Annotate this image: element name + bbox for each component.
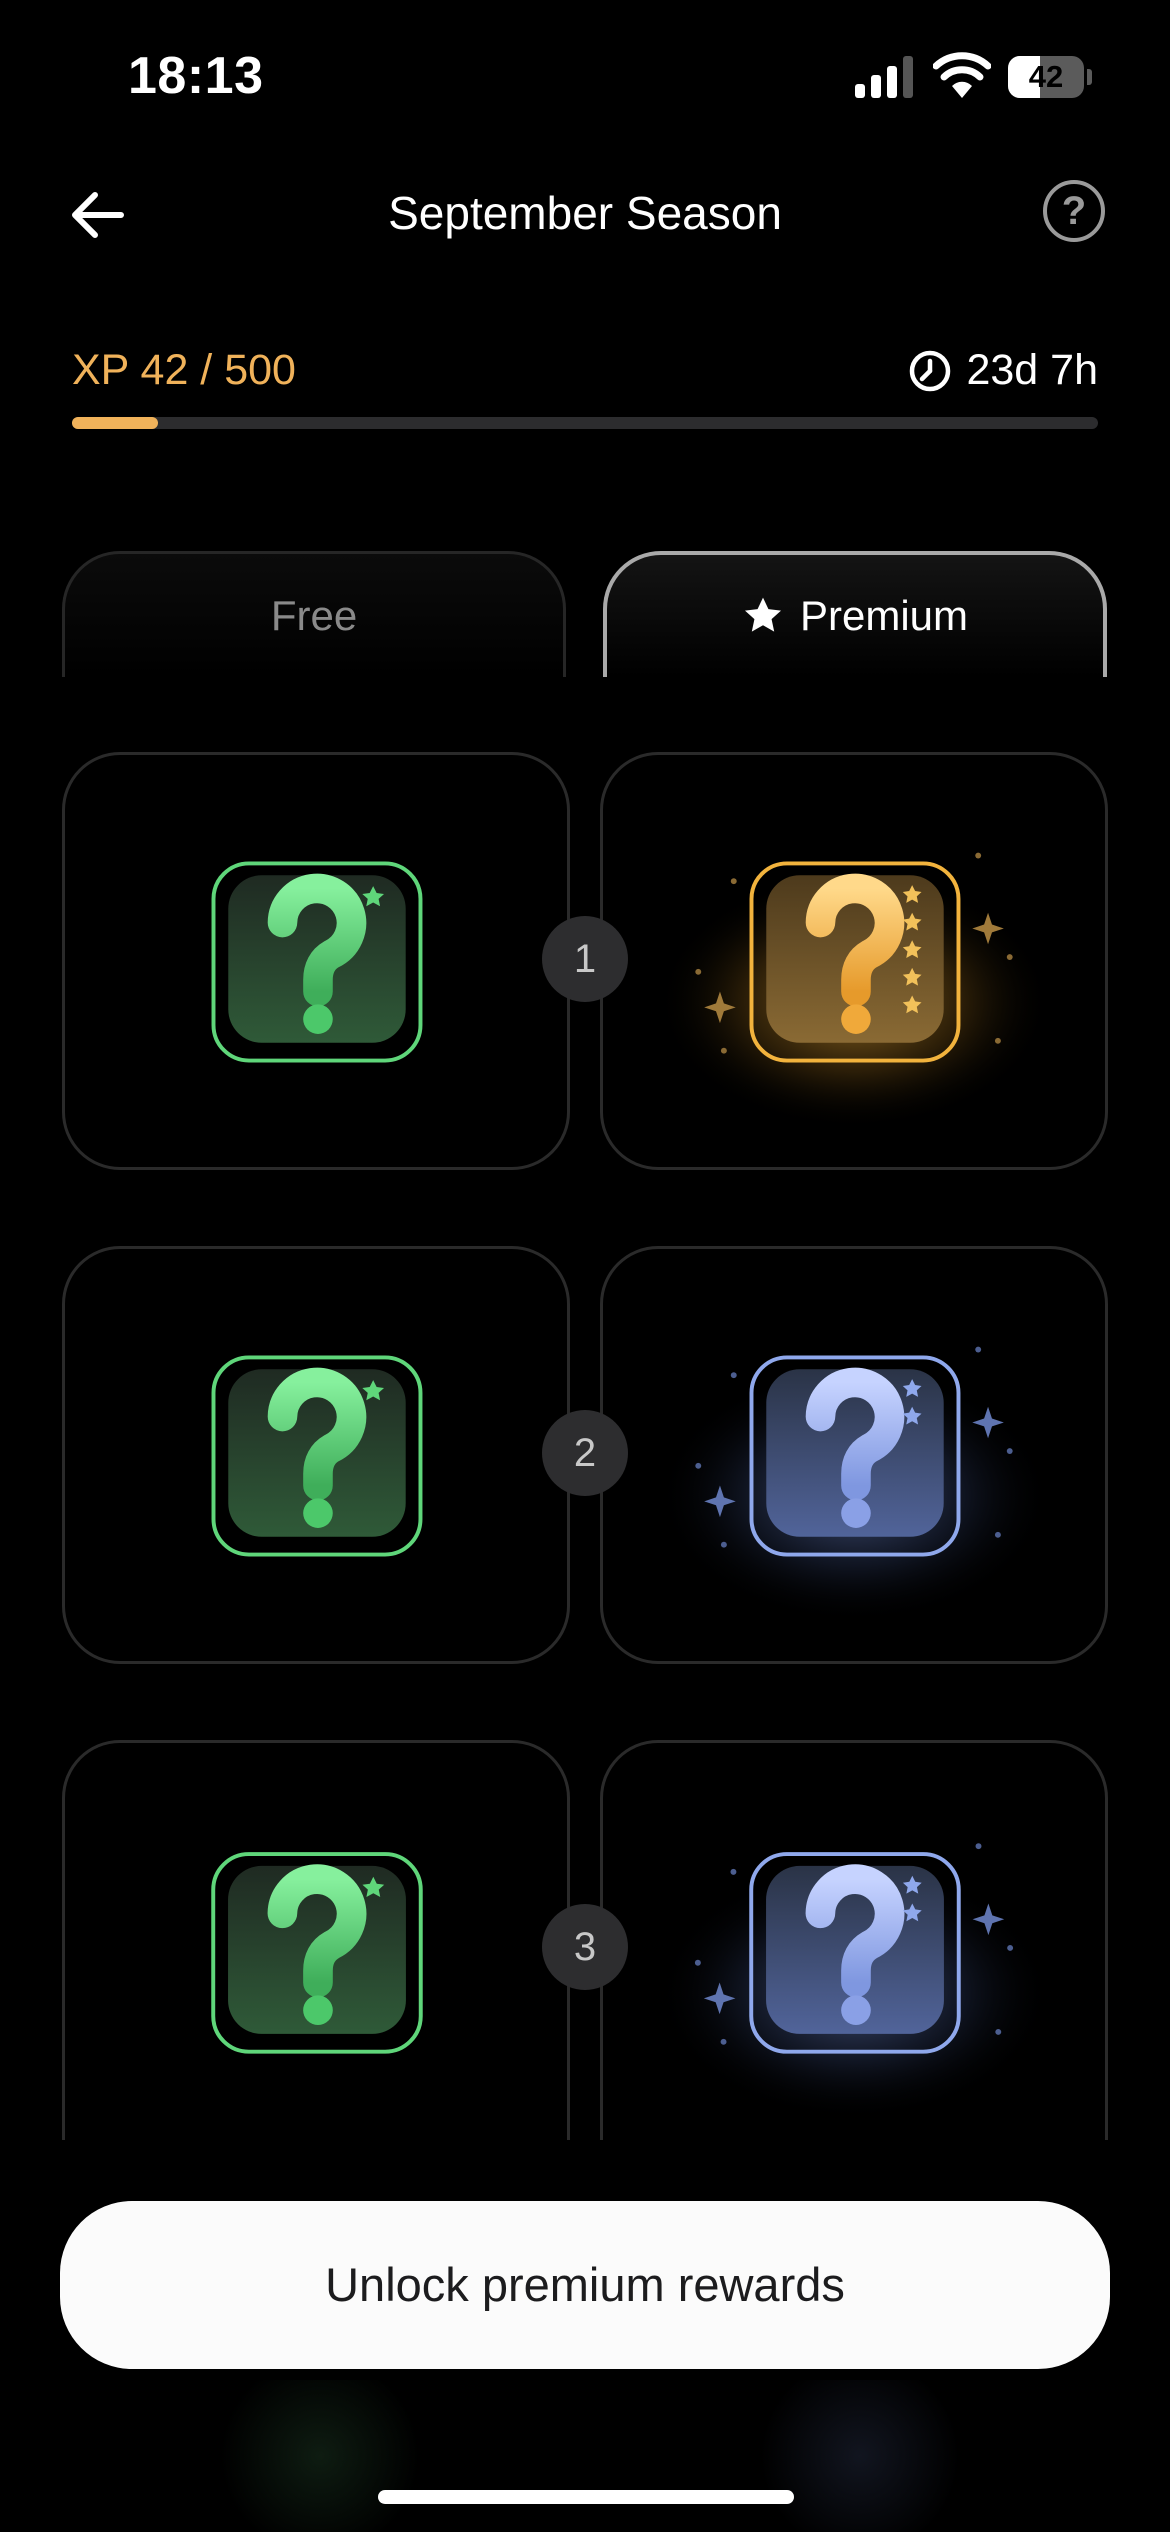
timer-icon: [910, 350, 951, 391]
help-button[interactable]: ?: [1043, 180, 1105, 242]
tab-premium-label: Premium: [799, 592, 969, 639]
battery-percent: 42: [1028, 59, 1064, 94]
ambient-glow: [200, 2380, 440, 2532]
unlock-premium-button[interactable]: Unlock premium rewards: [60, 2201, 1110, 2369]
green-mystery-icon: [211, 861, 423, 1063]
blue-mystery-icon: [656, 1346, 1052, 1624]
star-icon: [744, 597, 782, 632]
premium-reward-card-3[interactable]: [600, 1740, 1108, 2140]
premium-reward-card-1[interactable]: [600, 752, 1108, 1170]
status-time: 18:13: [128, 47, 264, 105]
page-title: September Season: [388, 187, 782, 239]
battery-indicator: 42: [1008, 56, 1092, 98]
tab-free-label: Free: [270, 591, 358, 639]
xp-progress-label: XP 42 / 500: [72, 346, 296, 394]
wifi-icon: [933, 52, 991, 98]
green-mystery-icon: [211, 1852, 423, 2054]
xp-progress-bar: [72, 417, 1098, 429]
free-reward-card-2[interactable]: [62, 1246, 570, 1664]
xp-progress-fill: [72, 417, 159, 429]
level-badge-1: 1: [542, 916, 628, 1002]
cellular-signal-icon: [855, 56, 913, 98]
home-indicator[interactable]: [378, 2490, 794, 2504]
green-mystery-icon: [211, 1355, 423, 1557]
ambient-glow: [740, 2380, 980, 2532]
tab-premium[interactable]: Premium: [603, 551, 1107, 677]
level-badge-2: 2: [542, 1410, 628, 1496]
question-circle-icon: ?: [1061, 189, 1087, 233]
status-bar: 18:13 42: [0, 0, 1170, 150]
season-timer: 23d 7h: [908, 346, 1098, 395]
free-reward-card-1[interactable]: [62, 752, 570, 1170]
gold-mystery-icon: [656, 852, 1052, 1130]
time-remaining: 23d 7h: [966, 346, 1098, 394]
premium-reward-card-2[interactable]: [600, 1246, 1108, 1664]
tab-free[interactable]: Free: [62, 551, 566, 677]
blue-mystery-icon: [656, 1843, 1052, 2121]
level-badge-3: 3: [542, 1904, 628, 1990]
free-reward-card-3[interactable]: [62, 1740, 570, 2140]
